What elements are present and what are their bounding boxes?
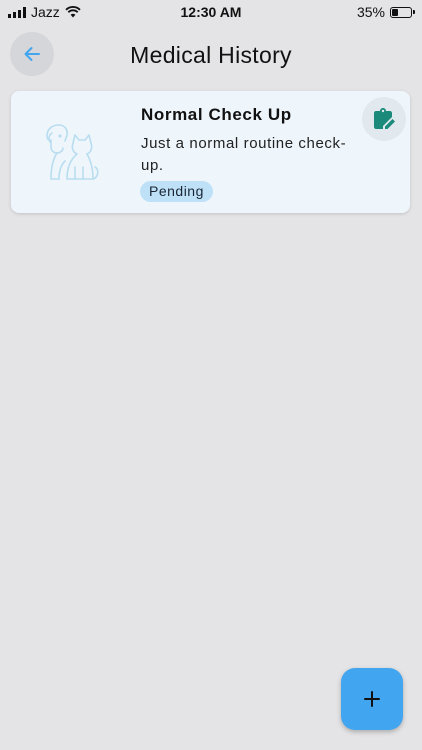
medical-record-card[interactable]: Normal Check Up Just a normal routine ch…	[11, 91, 410, 213]
page-title: Medical History	[130, 42, 292, 68]
add-record-button[interactable]	[341, 668, 403, 730]
clipboard-edit-icon	[374, 108, 395, 129]
record-description: Just a normal routine check-up.	[141, 135, 347, 174]
status-bar: Jazz 12:30 AM 35%	[0, 0, 422, 24]
battery-fill	[392, 8, 398, 16]
header: Medical History	[0, 32, 422, 78]
record-title: Normal Check Up	[141, 105, 292, 124]
edit-record-button[interactable]	[362, 97, 406, 141]
plus-icon	[364, 691, 380, 707]
battery-icon	[390, 6, 415, 18]
status-badge: Pending	[140, 181, 213, 202]
pet-silhouette-icon	[46, 124, 99, 180]
status-right: 35%	[356, 4, 415, 20]
battery-percent: 35%	[356, 4, 385, 20]
